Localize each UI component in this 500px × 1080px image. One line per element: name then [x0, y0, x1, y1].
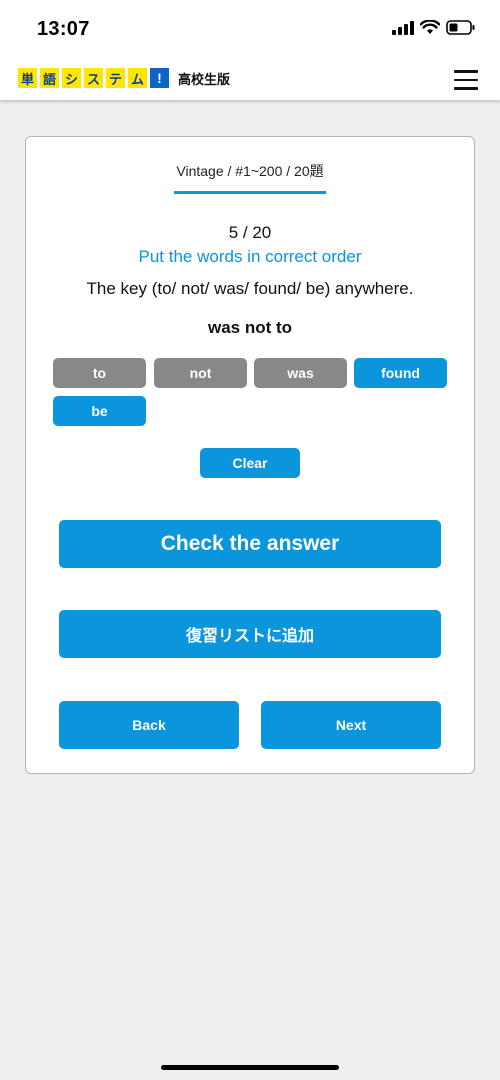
menu-icon[interactable] [454, 70, 478, 90]
question-progress: 5 / 20 [228, 223, 272, 242]
app-header: 単 語 シ ス テ ム ! 高校生版 [0, 58, 500, 100]
word-chip-was[interactable]: was [254, 358, 347, 388]
word-chip-be[interactable]: be [53, 396, 146, 426]
logo-char: 単 [18, 68, 37, 88]
question-sentence: The key (to/ not/ was/ found/ be) anywhe… [86, 279, 414, 298]
clear-button[interactable]: Clear [200, 448, 300, 478]
word-chip-to[interactable]: to [53, 358, 146, 388]
current-answer: was not to [207, 318, 293, 337]
logo-char: テ [106, 68, 125, 88]
instruction-text: Put the words in correct order [138, 247, 362, 266]
breadcrumb: Vintage / #1~200 / 20題 [174, 161, 326, 194]
quiz-card: Vintage / #1~200 / 20題 5 / 20 Put the wo… [25, 136, 475, 774]
word-chip-found[interactable]: found [354, 358, 447, 388]
wifi-icon [420, 20, 440, 34]
battery-icon [446, 20, 475, 35]
logo-char: ム [128, 68, 147, 88]
status-icons [392, 20, 476, 35]
logo-char: シ [62, 68, 81, 88]
home-indicator[interactable] [161, 1065, 339, 1070]
status-bar: 13:07 [0, 0, 500, 58]
logo-char: ス [84, 68, 103, 88]
app-logo[interactable]: 単 語 シ ス テ ム ! 高校生版 [18, 68, 230, 88]
add-to-review-list-button[interactable]: 復習リストに追加 [59, 610, 441, 658]
edition-label: 高校生版 [178, 71, 231, 87]
logo-exclamation: ! [150, 68, 169, 88]
word-chip-not[interactable]: not [154, 358, 247, 388]
cellular-signal-icon [392, 20, 414, 35]
next-button[interactable]: Next [261, 701, 441, 749]
check-answer-button[interactable]: Check the answer [59, 520, 441, 568]
status-time: 13:07 [37, 18, 90, 40]
logo-char: 語 [40, 68, 59, 88]
back-button[interactable]: Back [59, 701, 239, 749]
